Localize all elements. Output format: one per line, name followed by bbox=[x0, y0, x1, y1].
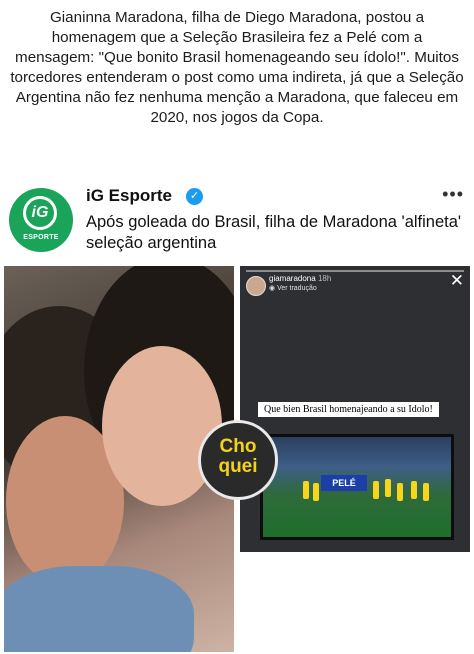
stamp-line-2: quei bbox=[218, 456, 258, 477]
story-username[interactable]: giamaradona 18h bbox=[269, 274, 331, 283]
post-header: iG ESPORTE iG Esporte ✓ ••• Após goleada… bbox=[0, 182, 474, 262]
avatar-brand-label: ESPORTE bbox=[23, 234, 59, 241]
photo-shirt bbox=[4, 566, 194, 652]
tv-set: PELÉ bbox=[260, 434, 454, 540]
account-name[interactable]: iG Esporte bbox=[86, 186, 172, 206]
player-figure bbox=[411, 481, 417, 499]
story-progress-bar bbox=[246, 270, 464, 272]
story-username-text: giamaradona bbox=[269, 274, 316, 283]
player-figure bbox=[313, 483, 319, 501]
chocquei-stamp: Cho quei bbox=[198, 420, 278, 500]
story-time: 18h bbox=[317, 274, 332, 283]
story-avatar[interactable] bbox=[246, 276, 266, 296]
account-avatar[interactable]: iG ESPORTE bbox=[9, 188, 73, 252]
more-options-icon[interactable]: ••• bbox=[442, 184, 464, 205]
verified-icon: ✓ bbox=[186, 188, 203, 205]
player-figure bbox=[397, 483, 403, 501]
player-figure bbox=[423, 483, 429, 501]
post-headline: Após goleada do Brasil, filha de Maradon… bbox=[86, 213, 462, 252]
translate-link[interactable]: ◉ Ver tradução bbox=[269, 284, 317, 292]
stamp-line-1: Cho bbox=[219, 436, 257, 457]
translate-label: Ver tradução bbox=[277, 285, 317, 292]
globe-icon: ◉ bbox=[269, 285, 276, 292]
news-caption: Gianinna Maradona, filha de Diego Marado… bbox=[10, 9, 464, 126]
player-figure bbox=[373, 481, 379, 499]
instagram-story-screenshot: giamaradona 18h ◉ Ver tradução ✕ Que bie… bbox=[240, 266, 470, 552]
tv-screen: PELÉ bbox=[263, 437, 451, 537]
player-figure bbox=[385, 479, 391, 497]
close-icon[interactable]: ✕ bbox=[450, 272, 464, 289]
ig-logo-mark: iG bbox=[23, 196, 57, 230]
story-caption: Que bien Brasil homenajeando a su Idolo! bbox=[258, 402, 439, 417]
player-figure bbox=[303, 481, 309, 499]
pele-banner: PELÉ bbox=[321, 475, 367, 491]
